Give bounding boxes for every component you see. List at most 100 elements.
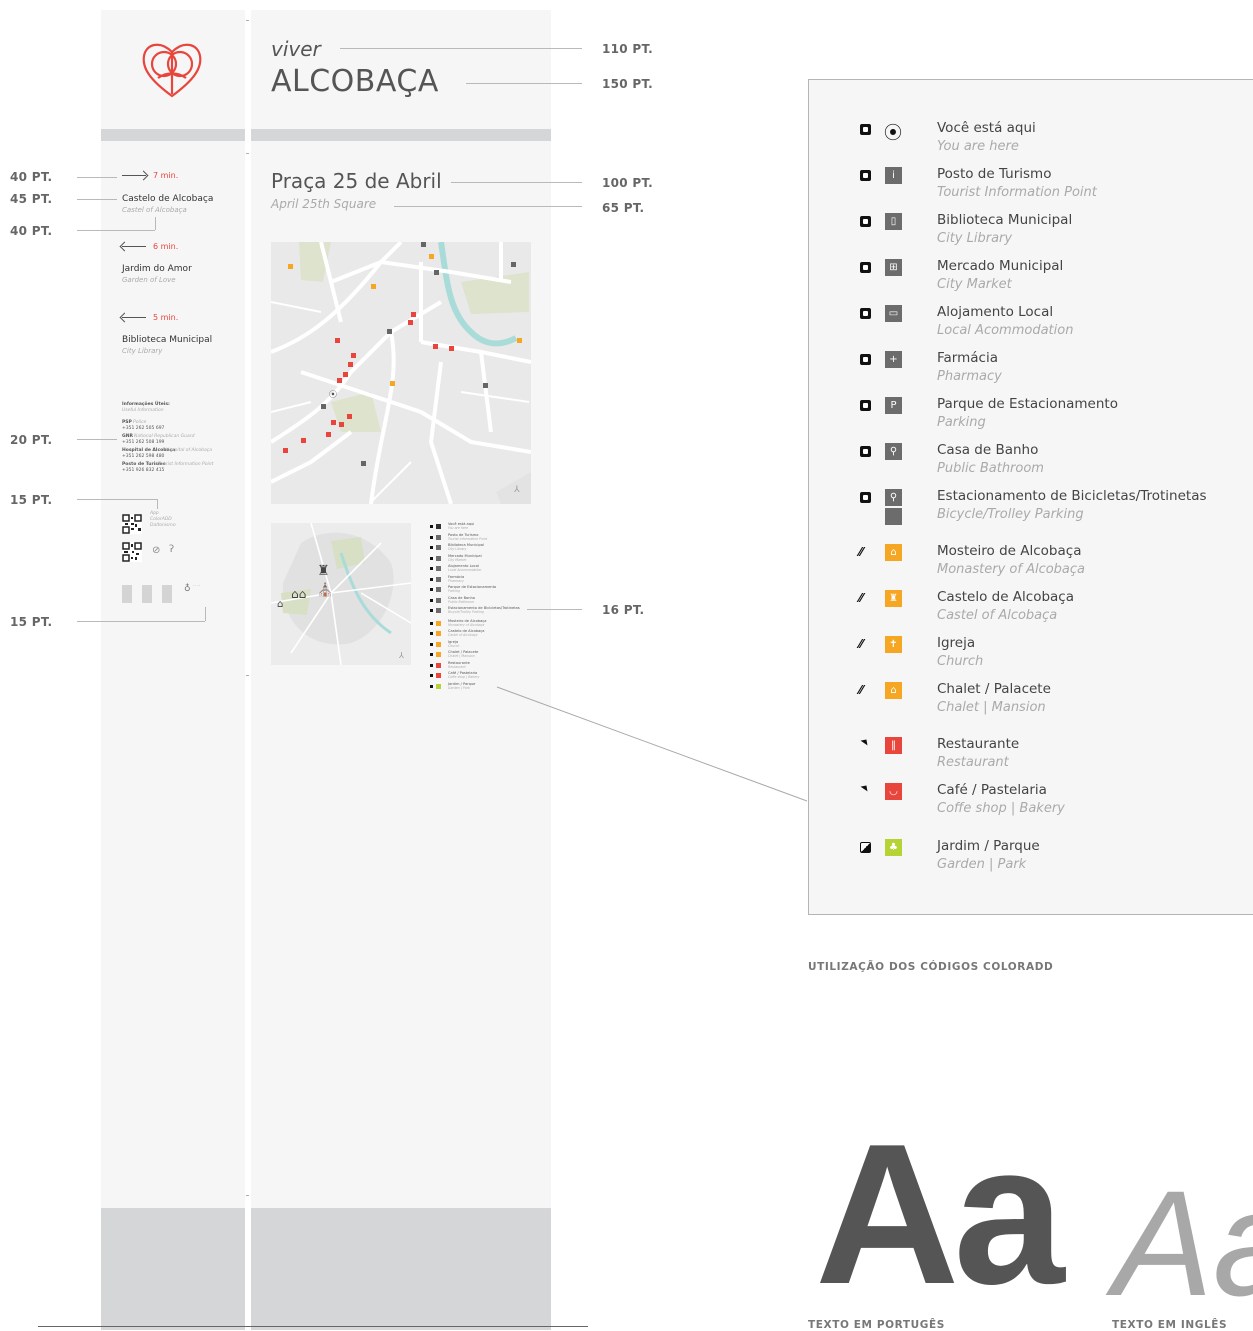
coloradd-black-code-icon — [860, 354, 871, 365]
pt-label-city: 150 PT. — [602, 77, 654, 91]
leader-line — [394, 206, 582, 207]
mini-legend-code — [430, 621, 433, 625]
map-marker-red[interactable] — [408, 320, 413, 325]
map-marker-red[interactable] — [339, 422, 344, 427]
map-marker-grey[interactable] — [387, 329, 392, 334]
location-subtitle: April 25th Square — [271, 197, 377, 211]
ground-line — [38, 1326, 588, 1327]
pt-label-dir-name: 45 PT. — [10, 192, 53, 206]
mini-legend-sub: Tourist Information Point — [448, 536, 488, 541]
map-marker-red[interactable] — [348, 362, 353, 367]
legend-label: Biblioteca Municipal — [937, 212, 1073, 228]
coloradd-green-code-icon — [860, 842, 871, 853]
map-marker-red[interactable] — [337, 378, 342, 383]
map-marker-orange[interactable] — [429, 254, 434, 259]
totem-base-left — [101, 1208, 245, 1330]
landmark-church-icon: ⛪ — [317, 583, 334, 598]
mini-legend-sub: Restaurant — [448, 664, 466, 669]
pt-label-dir-time: 40 PT. — [10, 170, 53, 184]
map-marker-grey[interactable] — [361, 461, 366, 466]
legend-label: Mercado Municipal — [937, 258, 1064, 274]
mini-legend-code — [430, 684, 433, 688]
map-marker-red[interactable] — [331, 420, 336, 425]
coloradd-black-code-icon — [860, 400, 871, 411]
legend-label: Casa de Banho — [937, 442, 1039, 458]
landmark-castle-icon: ♜ — [317, 563, 330, 579]
direction-time: 7 min. — [153, 171, 179, 180]
mini-legend-icon — [436, 597, 441, 603]
map-marker-orange[interactable] — [371, 284, 376, 289]
map-marker-red[interactable] — [343, 372, 348, 377]
mini-legend-code — [430, 609, 433, 612]
legend-sub: You are here — [937, 139, 1019, 154]
leader-line — [77, 439, 117, 440]
info-label-sub: Hospital of Alcobaça — [166, 448, 212, 453]
mini-legend-code — [430, 653, 433, 656]
map-marker-orange[interactable] — [517, 338, 522, 343]
map-marker-red[interactable] — [411, 312, 416, 317]
coloradd-orange-code-icon: ⁄⁄ — [859, 683, 864, 697]
legend-label: Parque de Estacionamento — [937, 396, 1118, 412]
mini-legend-icon — [436, 673, 441, 678]
totem-base-right — [251, 1208, 551, 1330]
mini-legend-sub: Monastery of Alcobaça — [448, 622, 485, 627]
legend-label: Estacionamento de Bicicletas/Trotinetas — [937, 488, 1207, 504]
pt-label-title: 100 PT. — [602, 176, 654, 190]
map-marker-grey[interactable] — [434, 270, 439, 275]
arrow-left-icon — [122, 317, 146, 318]
legend-label: Chalet / Palacete — [937, 681, 1051, 697]
mini-legend-sub: Parking — [448, 589, 460, 593]
tactile-block — [142, 585, 152, 603]
mini-legend-icon — [436, 534, 441, 540]
cutlery-icon: ‖ — [885, 737, 902, 754]
mini-legend-icon — [436, 683, 441, 689]
map-marker-red[interactable] — [433, 344, 438, 349]
leader-line — [205, 607, 206, 621]
map-marker-red[interactable] — [449, 346, 454, 351]
eye-slash-icon: ⊘ — [152, 545, 161, 556]
panel-tick — [246, 20, 249, 21]
totem-header-band-left — [101, 129, 245, 141]
map-marker-grey[interactable] — [321, 404, 326, 409]
overview-map[interactable]: ♜ ⌂⌂ ⛪ ⌂ ⅄ — [271, 523, 411, 665]
arrow-left-icon — [122, 246, 146, 247]
map-marker-orange[interactable] — [390, 381, 395, 386]
map-marker-grey[interactable] — [421, 242, 426, 247]
pt-label-subtitle: 65 PT. — [602, 201, 645, 215]
direction-name: Jardim do Amor — [122, 264, 192, 274]
map-marker-grey[interactable] — [483, 383, 488, 388]
leader-line — [77, 177, 117, 178]
mini-legend-code — [430, 556, 433, 560]
map-marker-red[interactable] — [351, 353, 356, 358]
coloradd-red-code-icon — [860, 739, 868, 747]
map-marker-red[interactable] — [301, 438, 306, 443]
mini-legend-icon — [436, 652, 441, 657]
mini-legend-sub: Church — [448, 643, 460, 648]
map-marker-red[interactable] — [335, 338, 340, 343]
city-map[interactable]: ⦿ ⅄ — [271, 242, 531, 504]
legend-sub: Public Bathroom — [937, 461, 1044, 476]
caption-en-text: TEXTO EM INGLÊS — [1112, 1319, 1228, 1331]
map-marker-red[interactable] — [326, 432, 331, 437]
mini-legend-icon — [436, 641, 441, 647]
direction-name: Biblioteca Municipal — [122, 335, 213, 345]
mini-legend-code — [430, 663, 433, 667]
coloradd-orange-code-icon: ⁄⁄ — [859, 637, 864, 651]
mini-legend-code — [430, 642, 433, 646]
panel-tick — [246, 675, 249, 676]
map-marker-red[interactable] — [347, 414, 352, 419]
map-marker-grey[interactable] — [511, 262, 516, 267]
map-marker-red[interactable] — [288, 264, 293, 269]
target-icon: ⦿ — [884, 123, 902, 144]
compass-icon: ⅄ — [399, 651, 404, 660]
mini-legend-code — [430, 567, 433, 570]
caption-coloradd: UTILIZAÇÃO DOS CÓDIGOS COLORADD — [808, 961, 1054, 973]
pt-label-qr: 15 PT. — [10, 493, 53, 507]
leader-line — [77, 230, 155, 231]
mini-legend-code — [430, 535, 433, 539]
leader-line — [466, 83, 582, 84]
map-marker-red[interactable] — [283, 448, 288, 453]
bulb-icon: ♁ — [184, 584, 191, 594]
compass-icon: ⅄ — [514, 485, 520, 495]
mini-legend-sub: City Market — [448, 557, 467, 562]
